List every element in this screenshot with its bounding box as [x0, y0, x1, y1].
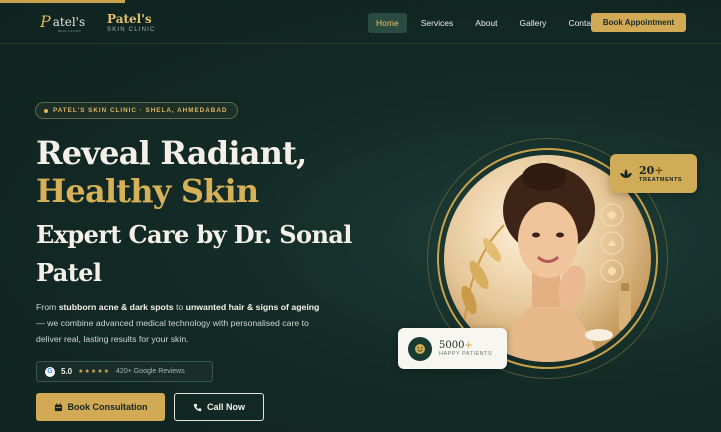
call-now-button[interactable]: Call Now [174, 393, 264, 421]
google-rating-badge[interactable]: G 5.0 ★★★★★ 420+ Google Reviews [36, 361, 213, 382]
brand-name: Patel's [107, 12, 152, 26]
smile-icon [408, 336, 432, 361]
patients-stat-card: 5000+ HAPPY PATIENTS [398, 328, 507, 369]
desc-text-2: to [173, 302, 186, 312]
lotus-icon [620, 168, 632, 178]
review-count: 420+ Google Reviews [116, 368, 185, 375]
book-consultation-label: Book Consultation [67, 402, 148, 412]
badge-dot-icon [44, 108, 48, 113]
desc-text-1: From [36, 302, 59, 312]
star-rating-icon: ★★★★★ [78, 369, 111, 375]
logo-subtext: SKIN CLINIC [58, 29, 82, 33]
book-appointment-button[interactable]: Book Appointment [591, 13, 686, 32]
patients-count: 5000+ [439, 340, 492, 351]
treatments-plus: + [654, 163, 664, 177]
nav-gallery-link[interactable]: Gallery [512, 13, 555, 33]
desc-bold-1: stubborn acne & dark spots [58, 302, 174, 312]
nav-services-link[interactable]: Services [413, 13, 462, 33]
brand-block[interactable]: Patel's SKIN CLINIC [107, 12, 156, 34]
badge-text: PATEL'S SKIN CLINIC · SHELA, AHMEDABAD [53, 107, 228, 114]
desc-bold-2: unwanted hair & signs of ageing [185, 302, 320, 312]
navbar: P atel's SKIN CLINIC Patel's SKIN CLINIC… [0, 0, 721, 44]
main-menu: Home Services About Gallery Contact [368, 13, 608, 33]
treatments-count: 20+ [639, 163, 682, 177]
hero-subtitle-line-2: Patel [36, 258, 102, 287]
logo-initial: P [40, 12, 51, 31]
google-icon: G [45, 366, 55, 377]
rating-value: 5.0 [61, 367, 73, 376]
treatments-label: TREATMENTS [639, 176, 683, 183]
logo-word: atel's [52, 14, 86, 29]
patients-plus: + [464, 340, 473, 351]
patients-number: 5000 [439, 340, 465, 351]
phone-icon [193, 403, 202, 411]
hero-title-line-1: Reveal Radiant, [36, 134, 307, 172]
treatments-stat-card: 20+ TREATMENTS [610, 154, 697, 193]
treatments-number: 20 [639, 163, 655, 177]
nav-home-link[interactable]: Home [368, 13, 407, 33]
patients-label: HAPPY PATIENTS [439, 351, 493, 357]
nav-about-link[interactable]: About [467, 13, 505, 33]
hero-description: From stubborn acne & dark spots to unwan… [36, 299, 321, 347]
location-badge: PATEL'S SKIN CLINIC · SHELA, AHMEDABAD [35, 102, 239, 119]
book-consultation-button[interactable]: Book Consultation [36, 393, 165, 421]
call-now-label: Call Now [206, 402, 245, 412]
desc-text-3: — we combine advanced medical technology… [36, 318, 309, 344]
brand-subtitle: SKIN CLINIC [107, 27, 156, 33]
calendar-icon [54, 402, 62, 411]
hero-title-line-2: Healthy Skin [36, 172, 259, 210]
hero-subtitle-line-1: Expert Care by Dr. Sonal [36, 220, 352, 249]
